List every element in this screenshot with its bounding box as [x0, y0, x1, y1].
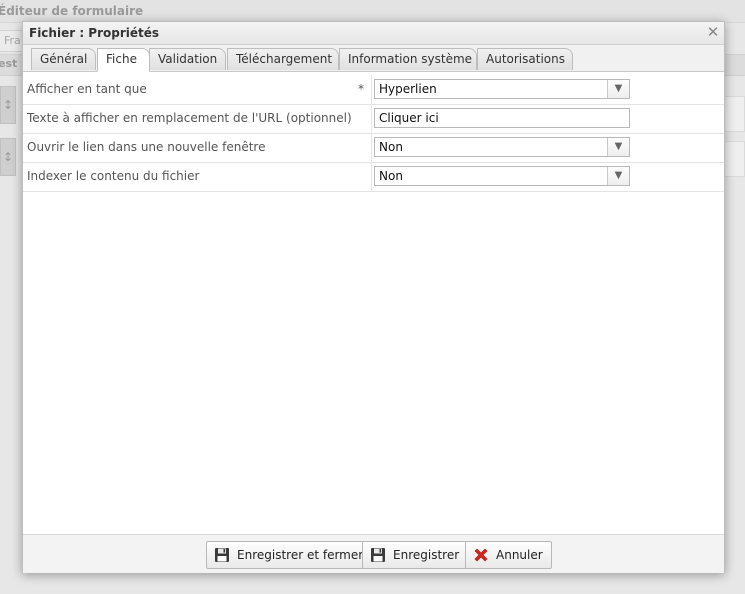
tab-fiche[interactable]: Fiche: [97, 48, 150, 72]
tab-label: Général: [40, 52, 88, 66]
button-label: Enregistrer et fermer: [237, 548, 364, 562]
link-text-input[interactable]: [374, 108, 630, 128]
close-icon[interactable]: ✕: [706, 24, 720, 40]
field-label: Afficher en tant que: [27, 82, 147, 96]
column-divider: [371, 104, 372, 133]
field-label: Texte à afficher en remplacement de l'UR…: [27, 111, 352, 125]
tab-telechargement[interactable]: Téléchargement: [227, 48, 339, 70]
chevron-down-icon[interactable]: ▼: [607, 80, 629, 98]
dialog-header: Fichier : Propriétés ✕: [23, 22, 724, 45]
red-cross-icon: [474, 548, 488, 562]
tab-validation[interactable]: Validation: [149, 48, 226, 70]
floppy-disk-icon: [215, 548, 229, 562]
tab-label: Information système: [348, 52, 473, 66]
background-section-label: est: [0, 57, 18, 70]
chevron-down-icon[interactable]: ▼: [607, 138, 629, 156]
form-row-display-as: Afficher en tant que * Hyperlien ▼: [23, 75, 724, 105]
tab-bar: Général Fiche Validation Téléchargement …: [23, 45, 724, 72]
chevron-down-icon[interactable]: ▼: [607, 167, 629, 185]
tab-label: Validation: [158, 52, 218, 66]
button-label: Annuler: [496, 548, 543, 562]
tab-label: Fiche: [106, 52, 137, 66]
floppy-disk-icon: [371, 548, 385, 562]
save-button[interactable]: Enregistrer: [362, 541, 469, 569]
form-row-link-text: Texte à afficher en remplacement de l'UR…: [23, 104, 724, 134]
drag-handle-icon[interactable]: ↕: [0, 86, 16, 124]
select-value: Non: [379, 140, 403, 154]
form-row-index-content: Indexer le contenu du fichier Non ▼: [23, 162, 724, 192]
properties-dialog: Fichier : Propriétés ✕ Général Fiche Val…: [22, 21, 725, 573]
column-divider: [371, 162, 372, 191]
app-title: Éditeur de formulaire: [0, 4, 144, 18]
tab-general[interactable]: Général: [31, 48, 96, 70]
cancel-button[interactable]: Annuler: [465, 541, 552, 569]
tab-label: Autorisations: [486, 52, 565, 66]
column-divider: [371, 75, 372, 104]
display-as-select[interactable]: Hyperlien ▼: [374, 79, 630, 99]
new-window-select[interactable]: Non ▼: [374, 137, 630, 157]
tab-information-systeme[interactable]: Information système: [339, 48, 477, 70]
dialog-title: Fichier : Propriétés: [29, 26, 160, 40]
required-marker: *: [358, 82, 364, 96]
save-and-close-button[interactable]: Enregistrer et fermer: [206, 541, 373, 569]
button-label: Enregistrer: [393, 548, 460, 562]
field-label: Indexer le contenu du fichier: [27, 169, 200, 183]
drag-handle-icon[interactable]: ↕: [0, 138, 16, 176]
select-value: Hyperlien: [379, 82, 437, 96]
column-divider: [371, 133, 372, 162]
tab-label: Téléchargement: [236, 52, 333, 66]
index-content-select[interactable]: Non ▼: [374, 166, 630, 186]
form-row-new-window: Ouvrir le lien dans une nouvelle fenêtre…: [23, 133, 724, 163]
dialog-footer: Enregistrer et fermer Enregistrer Annule…: [23, 534, 724, 573]
tab-autorisations[interactable]: Autorisations: [477, 48, 573, 70]
select-value: Non: [379, 169, 403, 183]
field-label: Ouvrir le lien dans une nouvelle fenêtre: [27, 140, 266, 154]
